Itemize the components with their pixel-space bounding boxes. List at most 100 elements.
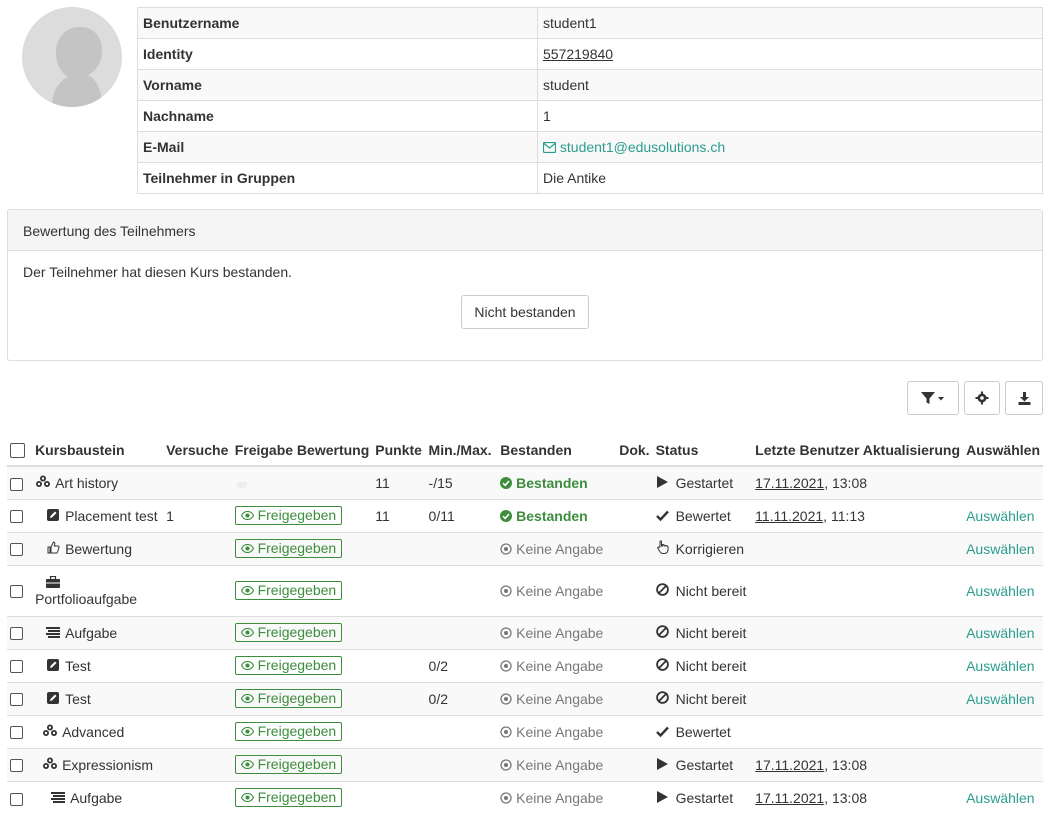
points-cell xyxy=(372,714,426,748)
ban-icon xyxy=(656,582,670,599)
row-checkbox[interactable] xyxy=(10,627,23,641)
info-row-firstname: Vorname student xyxy=(137,69,1043,101)
release-cell: Freigegeben xyxy=(231,681,373,715)
table-row: Art history 11 -/15 Bestanden Gestartet 17.1… xyxy=(7,465,1043,499)
col-header-minmax[interactable]: Min./Max. xyxy=(425,434,498,467)
col-header-points[interactable]: Punkte xyxy=(372,434,426,467)
points-cell: 11 xyxy=(372,465,426,499)
table-row: Placement test 1 Freigegeben 11 0/11 Bestan… xyxy=(7,498,1043,532)
eye-icon xyxy=(240,507,254,523)
release-cell: Freigegeben xyxy=(231,498,373,532)
release-label: Freigegeben xyxy=(257,756,337,772)
download-button[interactable] xyxy=(1005,381,1043,415)
select-cell: Auswählen xyxy=(963,648,1043,682)
passed-cell: Keine Angabe xyxy=(497,531,617,565)
check-circle-icon xyxy=(500,508,513,524)
release-badge[interactable]: Freigegeben xyxy=(234,755,343,774)
col-header-status[interactable]: Status xyxy=(652,434,753,467)
not-passed-button[interactable]: Nicht bestanden xyxy=(461,295,589,329)
row-select-cell xyxy=(7,498,33,532)
col-header-release[interactable]: Freigabe Bewertung xyxy=(231,434,373,467)
last-update-cell xyxy=(752,615,964,649)
eye-icon xyxy=(240,624,254,640)
status-label: Nicht bereit xyxy=(675,582,747,599)
release-cell xyxy=(231,465,373,499)
course-structure-icon xyxy=(35,475,51,491)
eye-icon xyxy=(240,657,254,673)
points-cell xyxy=(372,615,426,649)
last-update-cell xyxy=(752,531,964,565)
row-checkbox[interactable] xyxy=(10,585,23,599)
col-header-attempts[interactable]: Versuche xyxy=(163,434,232,467)
passed-status: Keine Angabe xyxy=(500,658,603,674)
col-header-select: Auswählen xyxy=(963,434,1043,467)
test-icon xyxy=(45,691,61,707)
last-update-date: 11.11.2021 xyxy=(755,507,824,524)
attempts-cell xyxy=(163,780,232,814)
select-all-checkbox[interactable] xyxy=(10,442,25,458)
minmax-cell: 0/11 xyxy=(425,498,498,532)
row-checkbox[interactable] xyxy=(10,510,23,524)
course-structure-icon xyxy=(42,724,58,740)
row-select-cell xyxy=(7,747,33,781)
status-cell: Nicht bereit xyxy=(652,681,753,715)
identity-link[interactable]: 557219840 xyxy=(543,46,613,62)
select-link[interactable]: Auswählen xyxy=(966,691,1035,707)
passed-cell: Keine Angabe xyxy=(497,714,617,748)
docs-cell xyxy=(616,465,653,499)
row-select-cell xyxy=(7,615,33,649)
filter-button[interactable] xyxy=(907,381,959,415)
col-header-course-element[interactable]: Kursbaustein xyxy=(32,434,164,467)
row-checkbox[interactable] xyxy=(10,477,23,491)
status-label: Gestartet xyxy=(675,789,734,806)
row-checkbox[interactable] xyxy=(10,660,23,674)
col-header-passed[interactable]: Bestanden xyxy=(497,434,617,467)
course-element-name: Expressionism xyxy=(62,756,154,773)
release-badge[interactable]: Freigegeben xyxy=(234,656,343,675)
select-link[interactable]: Auswählen xyxy=(966,790,1035,806)
release-badge[interactable]: Freigegeben xyxy=(234,581,343,600)
last-update-cell: 11.11.2021, 11:13 xyxy=(752,498,964,532)
release-badge[interactable]: Freigegeben xyxy=(234,539,343,558)
status-cell: Gestartet xyxy=(652,465,753,499)
points-cell xyxy=(372,747,426,781)
passed-label: Keine Angabe xyxy=(516,582,604,599)
release-badge[interactable]: Freigegeben xyxy=(234,788,343,808)
course-element-name: Aufgabe xyxy=(70,789,123,806)
select-link[interactable]: Auswählen xyxy=(966,541,1035,557)
course-element-name: Test xyxy=(65,657,91,674)
select-cell xyxy=(963,747,1043,781)
row-checkbox[interactable] xyxy=(10,759,23,773)
release-badge[interactable]: Freigegeben xyxy=(234,506,343,525)
ban-icon xyxy=(656,657,670,674)
release-cell: Freigegeben xyxy=(231,615,373,649)
select-link[interactable]: Auswählen xyxy=(966,508,1035,524)
select-link[interactable]: Auswählen xyxy=(966,658,1035,674)
course-element-name: Bewertung xyxy=(65,540,132,557)
col-header-docs[interactable]: Dok. xyxy=(616,434,653,467)
row-checkbox[interactable] xyxy=(10,693,23,707)
release-label: Freigegeben xyxy=(257,690,337,706)
select-link[interactable]: Auswählen xyxy=(966,625,1035,641)
table-row: Advanced Freigegeben Keine Angabe Bewerte… xyxy=(7,714,1043,748)
status-cell: Gestartet xyxy=(652,780,753,814)
last-update-cell xyxy=(752,564,964,616)
course-element-cell: Expressionism xyxy=(32,747,164,781)
points-cell: 11 xyxy=(372,498,426,532)
row-checkbox[interactable] xyxy=(10,792,23,806)
release-badge[interactable]: Freigegeben xyxy=(234,722,343,741)
col-header-last-update[interactable]: Letzte Benutzer Aktualisierung xyxy=(752,434,964,467)
docs-cell xyxy=(616,714,653,748)
settings-button[interactable] xyxy=(964,381,1000,415)
row-checkbox[interactable] xyxy=(10,726,23,740)
release-badge[interactable]: Freigegeben xyxy=(234,689,343,708)
select-link[interactable]: Auswählen xyxy=(966,583,1035,599)
info-key: Teilnehmer in Gruppen xyxy=(137,162,538,194)
row-checkbox[interactable] xyxy=(10,543,23,557)
release-badge[interactable]: Freigegeben xyxy=(234,623,343,642)
attempts-cell xyxy=(163,465,232,499)
passed-cell: Keine Angabe xyxy=(497,681,617,715)
thumbs-up-icon xyxy=(45,540,61,557)
email-link[interactable]: student1@edusolutions.ch xyxy=(542,139,725,155)
ban-icon xyxy=(656,624,670,641)
